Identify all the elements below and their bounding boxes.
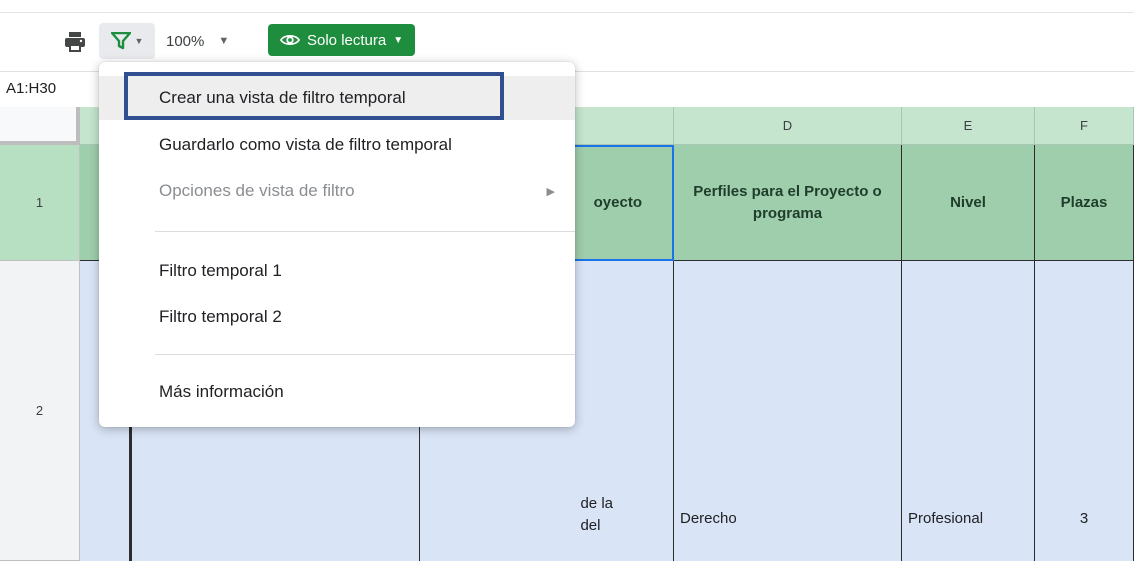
cell-e2-text: Profesional [908, 510, 984, 527]
column-header-e[interactable]: E [902, 107, 1035, 145]
menu-item-label: Filtro temporal 1 [159, 261, 282, 280]
menu-item-more-info[interactable]: Más información [99, 370, 575, 414]
cell-f2-text: 3 [1079, 510, 1089, 527]
cell-f1[interactable]: Plazas [1035, 145, 1134, 261]
cell-c1-text: oyecto [593, 194, 642, 211]
submenu-arrow-icon: ▶ [546, 185, 555, 198]
filter-funnel-icon [110, 32, 131, 50]
menu-item-temp-filter-1[interactable]: Filtro temporal 1 [99, 249, 575, 293]
menu-item-filter-view-options: Opciones de vista de filtro ▶ [99, 169, 575, 213]
chevron-down-icon: ▼ [218, 35, 230, 47]
top-strip [0, 0, 1134, 13]
menu-item-temp-filter-2[interactable]: Filtro temporal 2 [99, 295, 575, 339]
cell-d2[interactable]: Derecho [674, 261, 902, 561]
chevron-down-icon: ▼ [393, 34, 404, 46]
zoom-select[interactable]: 100% ▼ [166, 25, 229, 57]
menu-item-label: Crear una vista de filtro temporal [159, 88, 406, 107]
print-button[interactable] [60, 27, 90, 57]
filter-button[interactable]: ▼ [99, 23, 155, 59]
cell-c2-text: de la del [580, 493, 613, 537]
printer-icon [65, 32, 85, 52]
filter-views-menu: Crear una vista de filtro temporal Guard… [99, 62, 575, 427]
menu-item-create-temp-filter-view[interactable]: Crear una vista de filtro temporal [99, 76, 575, 120]
select-all-corner[interactable] [0, 107, 80, 145]
menu-item-label: Más información [159, 382, 284, 401]
cell-d2-text: Derecho [680, 510, 737, 527]
menu-separator [155, 231, 575, 232]
column-header-d[interactable]: D [674, 107, 902, 145]
row-header-2[interactable]: 2 [0, 261, 80, 561]
cell-c2-line2: del [580, 517, 601, 534]
cell-d1-text: Perfiles para el Proyecto o programa [693, 182, 882, 222]
chevron-down-icon: ▼ [134, 36, 144, 46]
cell-d1[interactable]: Perfiles para el Proyecto o programa [674, 145, 902, 261]
menu-item-label: Filtro temporal 2 [159, 307, 282, 326]
menu-separator [155, 354, 575, 355]
cell-e2[interactable]: Profesional [902, 261, 1035, 561]
readonly-label: Solo lectura [307, 31, 387, 49]
cell-c2-line1: de la [580, 495, 613, 512]
row-header-1[interactable]: 1 [0, 145, 80, 261]
menu-item-save-as-temp-filter-view[interactable]: Guardarlo como vista de filtro temporal [99, 123, 575, 167]
cell-f1-text: Plazas [1060, 193, 1108, 211]
menu-item-label: Opciones de vista de filtro [159, 181, 355, 200]
column-header-f[interactable]: F [1035, 107, 1134, 145]
zoom-value: 100% [166, 32, 205, 50]
cell-e1[interactable]: Nivel [902, 145, 1035, 261]
menu-item-label: Guardarlo como vista de filtro temporal [159, 135, 452, 154]
name-box[interactable]: A1:H30 [6, 80, 56, 97]
cell-f2[interactable]: 3 [1035, 261, 1134, 561]
eye-icon [280, 34, 300, 46]
readonly-mode-button[interactable]: Solo lectura ▼ [268, 24, 416, 56]
cell-e1-text: Nivel [950, 193, 986, 211]
